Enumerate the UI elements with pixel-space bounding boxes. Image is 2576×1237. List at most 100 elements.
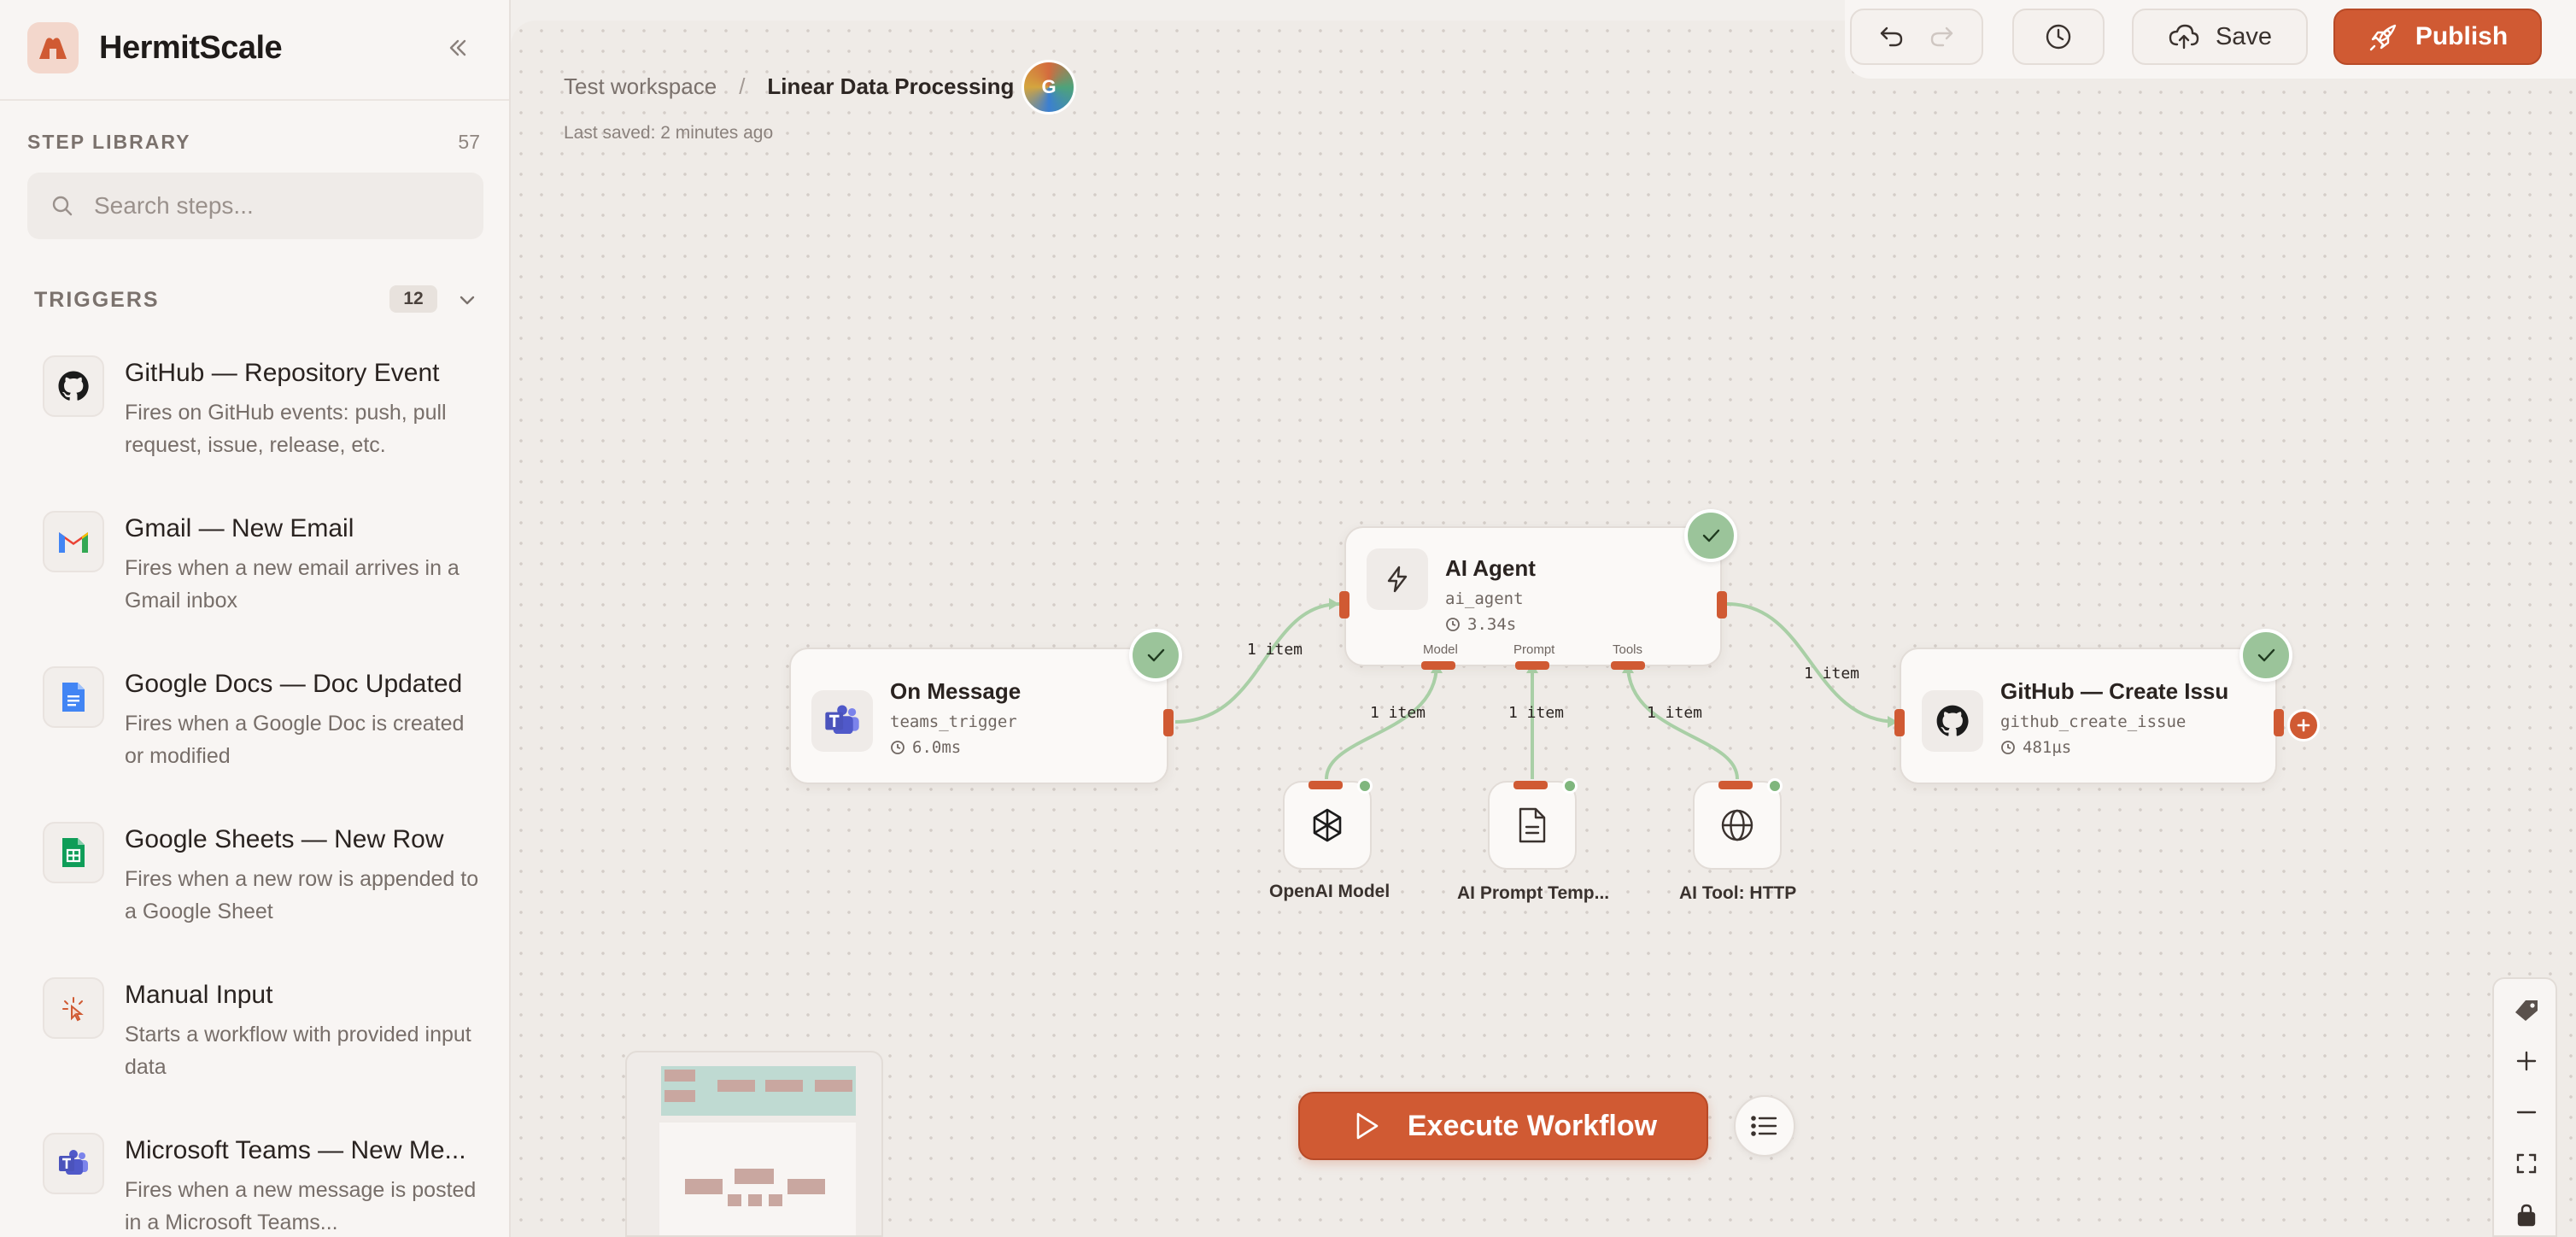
rocket-icon (2369, 24, 2397, 51)
minimap-node (769, 1194, 782, 1206)
status-dot (1767, 778, 1783, 794)
edge-label: 1 item (1508, 704, 1565, 722)
workflow-name[interactable]: Linear Data Processing (767, 73, 1014, 100)
breadcrumb-workspace[interactable]: Test workspace (564, 73, 717, 100)
step-title: Gmail — New Email (125, 514, 354, 542)
divider (0, 99, 509, 101)
minimap-node (735, 1169, 774, 1184)
edge-label: 1 item (1804, 665, 1860, 683)
save-button[interactable]: Save (2132, 9, 2308, 65)
edge-label: 1 item (1647, 704, 1703, 722)
node-duration: 6.0ms (890, 738, 961, 757)
step-item[interactable]: Google Docs — Doc Updated Fires when a G… (0, 653, 509, 808)
step-description: Fires when a Google Doc is created or mo… (125, 712, 465, 768)
teams-icon (43, 1133, 104, 1194)
step-item[interactable]: Gmail — New Email Fires when a new email… (0, 497, 509, 653)
step-title: Microsoft Teams — New Me... (125, 1136, 466, 1164)
logo-icon (27, 22, 79, 73)
input-port[interactable] (1894, 709, 1905, 736)
output-port[interactable] (1308, 781, 1343, 789)
minimap[interactable] (625, 1051, 883, 1237)
model-port[interactable] (1421, 661, 1455, 670)
edge-label: 1 item (1370, 704, 1426, 722)
zoom-controls (2492, 977, 2557, 1237)
minimap-node (728, 1194, 741, 1206)
output-port[interactable] (1163, 709, 1174, 736)
fit-view-icon[interactable] (2508, 1145, 2545, 1182)
node-ai-tool-http[interactable] (1693, 781, 1782, 870)
step-library-title: STEP LIBRARY (27, 131, 191, 153)
node-title: AI Agent (1445, 555, 1536, 581)
cursor-click-icon (43, 977, 104, 1039)
node-ai-agent[interactable]: AI Agent ai_agent 3.34s Model Prompt Too… (1344, 526, 1722, 666)
history-button[interactable] (2012, 9, 2105, 65)
section-count-badge: 12 (389, 285, 437, 313)
step-library-count: 57 (458, 131, 480, 153)
node-title: On Message (890, 678, 1022, 704)
node-ai-prompt-template[interactable] (1488, 781, 1577, 870)
github-icon (1922, 690, 1983, 752)
output-port[interactable] (2274, 709, 2284, 736)
github-icon (43, 355, 104, 417)
google-sheets-icon (43, 822, 104, 883)
success-check-icon (2239, 629, 2292, 682)
node-title: GitHub — Create Issu (2000, 678, 2229, 704)
app-name: HermitScale (99, 29, 283, 66)
lightning-icon (1367, 548, 1428, 610)
undo-icon[interactable] (1877, 22, 1906, 51)
node-duration: 481µs (2000, 738, 2071, 757)
step-item[interactable]: Microsoft Teams — New Me... Fires when a… (0, 1119, 509, 1237)
step-item[interactable]: Manual Input Starts a workflow with prov… (0, 964, 509, 1119)
section-triggers[interactable]: TRIGGERS 12 (34, 282, 477, 318)
step-description: Fires on GitHub events: push, pull reque… (125, 401, 447, 457)
publish-label: Publish (2415, 22, 2509, 50)
avatar[interactable]: G (1022, 60, 1076, 114)
publish-button[interactable]: Publish (2333, 9, 2542, 65)
output-port[interactable] (1513, 781, 1548, 789)
redo-icon[interactable] (1927, 22, 1956, 51)
breadcrumb-separator: / (739, 73, 746, 99)
openai-icon (1313, 808, 1342, 842)
prompt-port[interactable] (1515, 661, 1549, 670)
list-icon (1751, 1116, 1777, 1136)
node-duration: 3.34s (1445, 615, 1516, 634)
node-github-create-issue[interactable]: GitHub — Create Issu github_create_issue… (1900, 648, 2277, 784)
node-on-message[interactable]: On Message teams_trigger 6.0ms (789, 648, 1168, 784)
status-dot (1357, 778, 1373, 794)
minimap-node (685, 1179, 723, 1194)
chevron-down-icon[interactable] (453, 285, 482, 314)
step-title: GitHub — Repository Event (125, 359, 440, 387)
minimap-node (765, 1080, 803, 1092)
minimap-node (717, 1080, 755, 1092)
logs-button[interactable] (1734, 1095, 1795, 1157)
step-item[interactable]: GitHub — Repository Event Fires on GitHu… (0, 342, 509, 497)
search-input[interactable] (94, 192, 470, 220)
output-port[interactable] (1718, 781, 1753, 789)
add-step-button[interactable] (2287, 709, 2320, 742)
clock-icon (2043, 21, 2074, 52)
section-title: TRIGGERS (34, 287, 160, 312)
output-port[interactable] (1717, 591, 1727, 618)
gmail-icon (43, 511, 104, 572)
tidy-layout-icon[interactable] (2508, 991, 2545, 1029)
node-label: AI Prompt Temp... (1457, 883, 1610, 903)
clock-icon (1446, 618, 1460, 631)
execute-workflow-button[interactable]: Execute Workflow (1298, 1092, 1708, 1160)
success-check-icon (1129, 629, 1182, 682)
zoom-in-icon[interactable] (2508, 1042, 2545, 1080)
minimap-node (664, 1070, 695, 1082)
minimap-node (664, 1090, 695, 1102)
tools-port[interactable] (1611, 661, 1645, 670)
node-openai-model[interactable] (1283, 781, 1372, 870)
step-description: Starts a workflow with provided input da… (125, 1023, 471, 1079)
collapse-sidebar-icon[interactable] (441, 31, 475, 65)
node-time-value: 6.0ms (912, 738, 962, 757)
search-box[interactable] (27, 173, 483, 239)
sidebar: HermitScale STEP LIBRARY 57 TRIGGERS 12 … (0, 0, 511, 1237)
minimap-node (787, 1179, 825, 1194)
undo-redo-group (1850, 9, 1983, 65)
input-port[interactable] (1339, 591, 1349, 618)
lock-icon[interactable] (2508, 1196, 2545, 1234)
zoom-out-icon[interactable] (2508, 1093, 2545, 1131)
step-item[interactable]: Google Sheets — New Row Fires when a new… (0, 808, 509, 964)
